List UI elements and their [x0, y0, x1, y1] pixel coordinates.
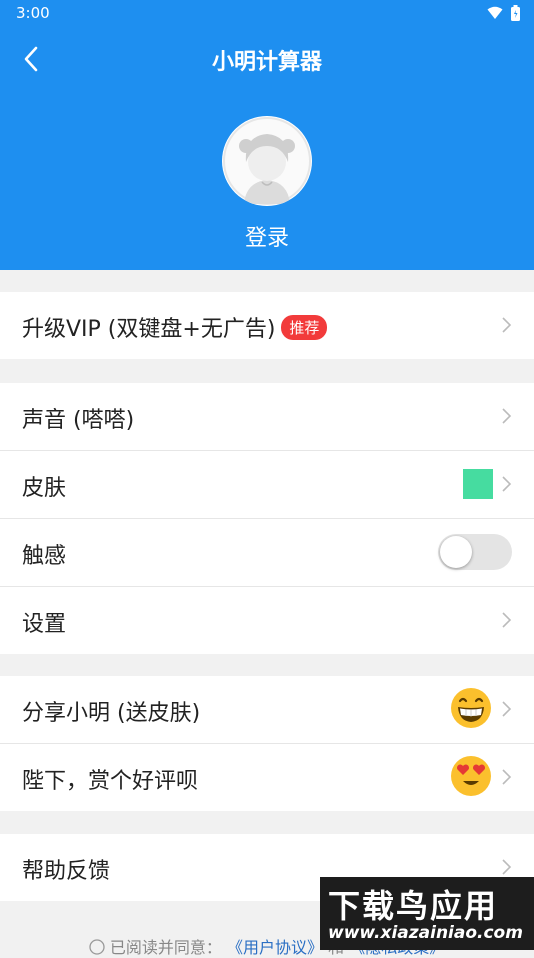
- chevron-right-icon: [502, 769, 512, 785]
- settings-item[interactable]: 设置: [0, 587, 534, 654]
- login-button[interactable]: 登录: [0, 220, 534, 252]
- heart-eyes-emoji-icon: [451, 756, 491, 796]
- avatar[interactable]: [222, 116, 312, 206]
- page-title: 小明计算器: [211, 50, 322, 75]
- chevron-right-icon: [502, 317, 512, 333]
- vip-section: 升级VIP (双键盘+无广告) 推荐: [0, 292, 534, 359]
- app-header: 3:00 小明计算器 登录: [0, 0, 534, 270]
- share-item[interactable]: 分享小明 (送皮肤): [0, 676, 534, 744]
- grinning-emoji-icon: [451, 688, 491, 728]
- vip-label: 升级VIP (双键盘+无广告): [22, 317, 276, 342]
- rate-item[interactable]: 陛下，赏个好评呗: [0, 744, 534, 811]
- user-agreement-link[interactable]: 《用户协议》: [227, 938, 323, 957]
- skin-color-swatch: [463, 469, 493, 499]
- chevron-right-icon: [502, 701, 512, 717]
- share-label: 分享小明 (送皮肤): [22, 701, 201, 726]
- agreement-text: 已阅读并同意：: [109, 938, 222, 957]
- sound-label: 声音 (嗒嗒): [22, 408, 135, 433]
- chevron-right-icon: [502, 612, 512, 628]
- haptic-toggle[interactable]: [438, 534, 512, 570]
- skin-label: 皮肤: [22, 476, 67, 501]
- settings-section: 声音 (嗒嗒) 皮肤 触感 设置: [0, 383, 534, 654]
- toggle-knob: [440, 536, 472, 568]
- status-bar: 3:00: [0, 0, 534, 28]
- haptic-item: 触感: [0, 519, 534, 587]
- watermark-url: www.xiazainiao.com: [328, 923, 523, 943]
- skin-item[interactable]: 皮肤: [0, 451, 534, 519]
- feedback-label: 帮助反馈: [22, 859, 111, 884]
- status-icons: [487, 5, 520, 21]
- upgrade-vip-item[interactable]: 升级VIP (双键盘+无广告) 推荐: [0, 292, 534, 359]
- watermark-logo: 下载鸟应用 www.xiazainiao.com: [320, 877, 534, 950]
- vip-item-label: 升级VIP (双键盘+无广告) 推荐: [22, 311, 328, 343]
- recommend-badge: 推荐: [281, 315, 328, 340]
- settings-label: 设置: [22, 612, 67, 637]
- status-time: 3:00: [16, 4, 50, 22]
- chevron-right-icon: [502, 476, 512, 492]
- default-avatar-icon: [223, 117, 311, 205]
- rate-label: 陛下，赏个好评呗: [22, 769, 199, 794]
- battery-icon: [511, 5, 520, 21]
- social-section: 分享小明 (送皮肤) 陛下，赏个好评呗: [0, 676, 534, 811]
- chevron-right-icon: [502, 859, 512, 875]
- wifi-icon: [487, 6, 503, 19]
- chevron-right-icon: [502, 408, 512, 424]
- sound-item[interactable]: 声音 (嗒嗒): [0, 383, 534, 451]
- haptic-label: 触感: [22, 544, 67, 569]
- agree-checkbox-icon[interactable]: [89, 939, 105, 955]
- watermark-title: 下载鸟应用: [328, 887, 499, 925]
